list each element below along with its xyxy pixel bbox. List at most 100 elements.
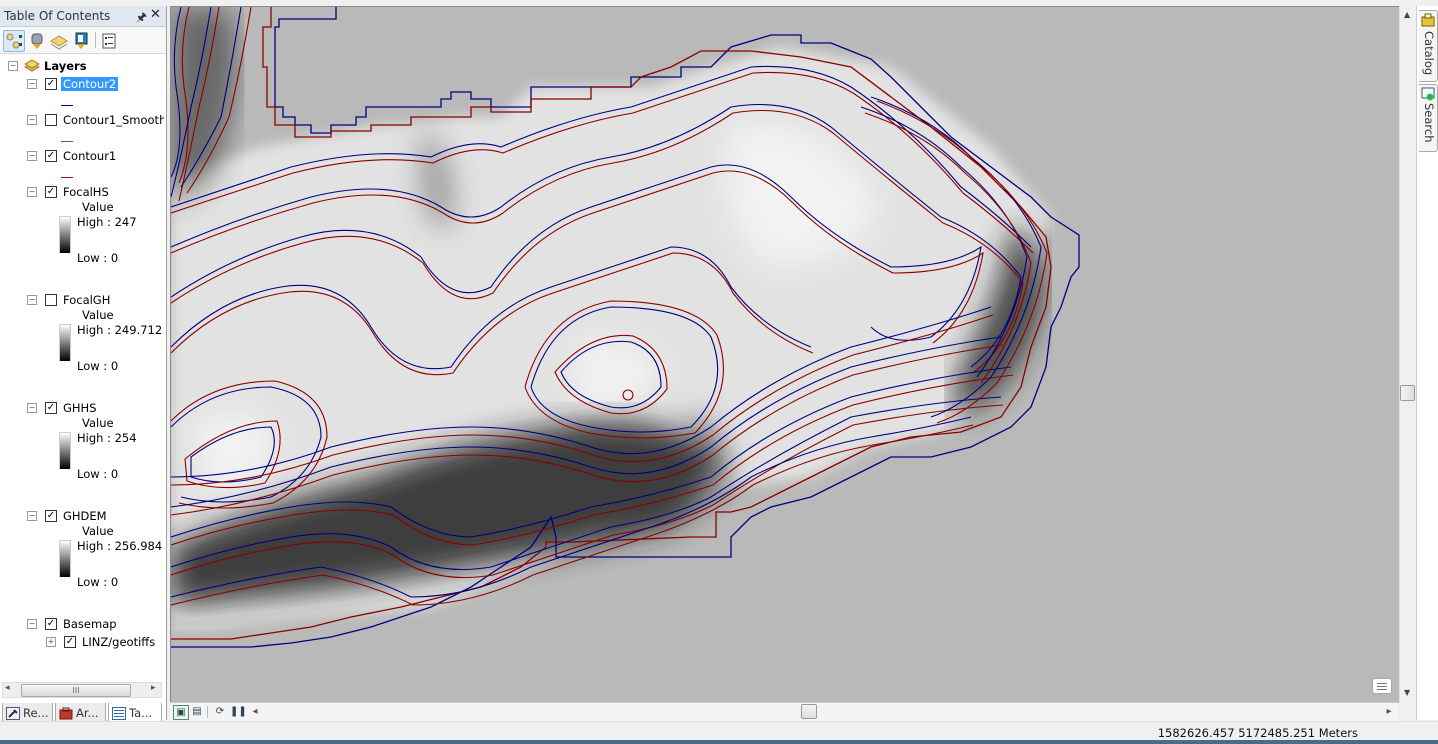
- layer-name[interactable]: FocalHS: [63, 185, 109, 199]
- results-icon: [6, 706, 20, 720]
- legend-title: Value: [82, 416, 114, 430]
- line-symbol[interactable]: [61, 105, 73, 106]
- data-view-icon[interactable]: ▣: [173, 705, 189, 720]
- toc-toolbar: [0, 27, 166, 54]
- collapse-icon[interactable]: −: [27, 115, 37, 125]
- legend-low: Low : 0: [77, 251, 119, 265]
- collapse-icon[interactable]: −: [27, 403, 37, 413]
- layer-ghdem[interactable]: − ✓ GHDEM: [0, 508, 164, 524]
- search-icon: [1421, 87, 1435, 104]
- list-by-source-icon[interactable]: [26, 30, 48, 52]
- layer-contour1-smooth[interactable]: − Contour1_SmoothL: [0, 112, 164, 128]
- collapse-icon[interactable]: −: [27, 295, 37, 305]
- color-ramp[interactable]: [59, 324, 71, 361]
- collapse-icon[interactable]: −: [27, 187, 37, 197]
- layer-ghhs[interactable]: − ✓ GHHS: [0, 400, 164, 416]
- layer-visibility-checkbox[interactable]: ✓: [45, 402, 57, 414]
- status-bar: 1582626.457 5172485.251 Meters: [0, 721, 1438, 741]
- legend-high: High : 254: [77, 431, 137, 445]
- list-by-visibility-icon[interactable]: [48, 30, 70, 52]
- layers-root[interactable]: − Layers: [0, 58, 164, 74]
- collapse-icon[interactable]: −: [27, 79, 37, 89]
- layer-name[interactable]: LINZ/geotiffs: [82, 635, 155, 649]
- layer-focalhs[interactable]: − ✓ FocalHS: [0, 184, 164, 200]
- layer-focalgh[interactable]: − FocalGH: [0, 292, 164, 308]
- line-symbol[interactable]: [61, 177, 73, 178]
- layout-view-icon[interactable]: ▤: [190, 705, 204, 718]
- layer-visibility-checkbox[interactable]: ✓: [64, 636, 76, 648]
- layer-name[interactable]: Contour2: [61, 77, 119, 91]
- arctoolbox-icon: [59, 706, 73, 720]
- layer-visibility-checkbox[interactable]: ✓: [45, 186, 57, 198]
- layer-contour2[interactable]: − ✓ Contour2: [0, 76, 164, 92]
- tab-search[interactable]: Search: [1419, 84, 1438, 152]
- scroll-right-icon[interactable]: ▸: [1382, 705, 1396, 718]
- layer-basemap[interactable]: − ✓ Basemap: [0, 616, 164, 632]
- scroll-down-icon[interactable]: ▼: [1404, 688, 1410, 697]
- scroll-left-icon[interactable]: ◂: [5, 683, 10, 693]
- tab-table-of-contents[interactable]: Ta...: [108, 703, 162, 723]
- scroll-right-icon[interactable]: ▸: [151, 683, 156, 693]
- refresh-icon[interactable]: ⟳: [213, 705, 227, 718]
- map-options-icon[interactable]: [1372, 678, 1392, 694]
- scrollbar-thumb[interactable]: [1400, 385, 1415, 401]
- layer-name[interactable]: Contour1_SmoothL: [63, 113, 164, 127]
- list-by-drawing-order-icon[interactable]: [3, 30, 25, 52]
- tab-label: Search: [1422, 103, 1436, 143]
- collapse-icon[interactable]: −: [27, 511, 37, 521]
- pause-icon[interactable]: ❚❚: [230, 705, 247, 718]
- coordinate-readout: 1582626.457 5172485.251 Meters: [1157, 726, 1358, 740]
- tab-arctoolbox[interactable]: Ar...: [55, 703, 106, 723]
- map-view[interactable]: [170, 6, 1399, 703]
- catalog-icon: [1421, 13, 1435, 30]
- layer-visibility-checkbox[interactable]: [45, 114, 57, 126]
- scrollbar-thumb[interactable]: [801, 704, 817, 719]
- layer-name[interactable]: GHHS: [63, 401, 97, 415]
- layer-name[interactable]: Basemap: [63, 617, 117, 631]
- pin-icon[interactable]: 🖈: [136, 8, 147, 29]
- tab-label: Ta...: [129, 706, 153, 720]
- layer-visibility-checkbox[interactable]: ✓: [45, 78, 57, 90]
- legend-high: High : 249.712: [77, 323, 163, 337]
- map-bottom-toolbar: ▣ ▤ ⟳ ❚❚ ◂ ▸: [170, 702, 1398, 721]
- color-ramp[interactable]: [59, 540, 71, 577]
- close-icon[interactable]: ✕: [150, 7, 161, 22]
- layer-visibility-checkbox[interactable]: ✓: [45, 510, 57, 522]
- tab-results[interactable]: Re...: [2, 703, 53, 723]
- color-ramp[interactable]: [59, 432, 71, 469]
- collapse-icon[interactable]: −: [8, 61, 18, 71]
- map-vertical-scrollbar[interactable]: ▲ ▼: [1399, 6, 1416, 702]
- layer-contour1[interactable]: − ✓ Contour1: [0, 148, 164, 164]
- legend-title: Value: [82, 524, 114, 538]
- legend-low: Low : 0: [77, 575, 119, 589]
- tab-label: Catalog: [1422, 31, 1436, 76]
- collapse-icon[interactable]: −: [27, 151, 37, 161]
- expand-icon[interactable]: +: [46, 637, 56, 647]
- tab-label: Ar...: [76, 706, 99, 720]
- taskbar: [0, 740, 1438, 744]
- layer-linz-geotiffs[interactable]: + ✓ LINZ/geotiffs: [0, 634, 164, 650]
- scroll-up-icon[interactable]: ▲: [1404, 10, 1410, 19]
- table-of-contents-panel: Table Of Contents 🖈 ✕ − Layers − ✓ Conto…: [0, 6, 167, 723]
- collapse-icon[interactable]: −: [27, 619, 37, 629]
- layer-visibility-checkbox[interactable]: ✓: [45, 150, 57, 162]
- legend-title: Value: [82, 308, 114, 322]
- layer-visibility-checkbox[interactable]: [45, 294, 57, 306]
- layer-visibility-checkbox[interactable]: ✓: [45, 618, 57, 630]
- scrollbar-thumb[interactable]: III: [21, 684, 131, 697]
- layer-name[interactable]: Contour1: [63, 149, 116, 163]
- legend-high: High : 256.984: [77, 539, 163, 553]
- layers-root-label: Layers: [44, 59, 87, 73]
- map-canvas[interactable]: [171, 7, 1399, 703]
- tab-catalog[interactable]: Catalog: [1419, 10, 1438, 82]
- layer-name[interactable]: GHDEM: [63, 509, 107, 523]
- toc-horizontal-scrollbar[interactable]: ◂ III ▸: [2, 682, 162, 698]
- list-by-selection-icon[interactable]: [70, 30, 92, 52]
- layer-tree: − Layers − ✓ Contour2 − Contour1_SmoothL…: [0, 54, 164, 679]
- line-symbol[interactable]: [61, 141, 73, 142]
- layer-name[interactable]: FocalGH: [63, 293, 110, 307]
- scroll-left-icon[interactable]: ◂: [248, 705, 262, 718]
- options-icon[interactable]: [98, 30, 120, 52]
- toc-title: Table Of Contents: [4, 9, 111, 23]
- color-ramp[interactable]: [59, 216, 71, 253]
